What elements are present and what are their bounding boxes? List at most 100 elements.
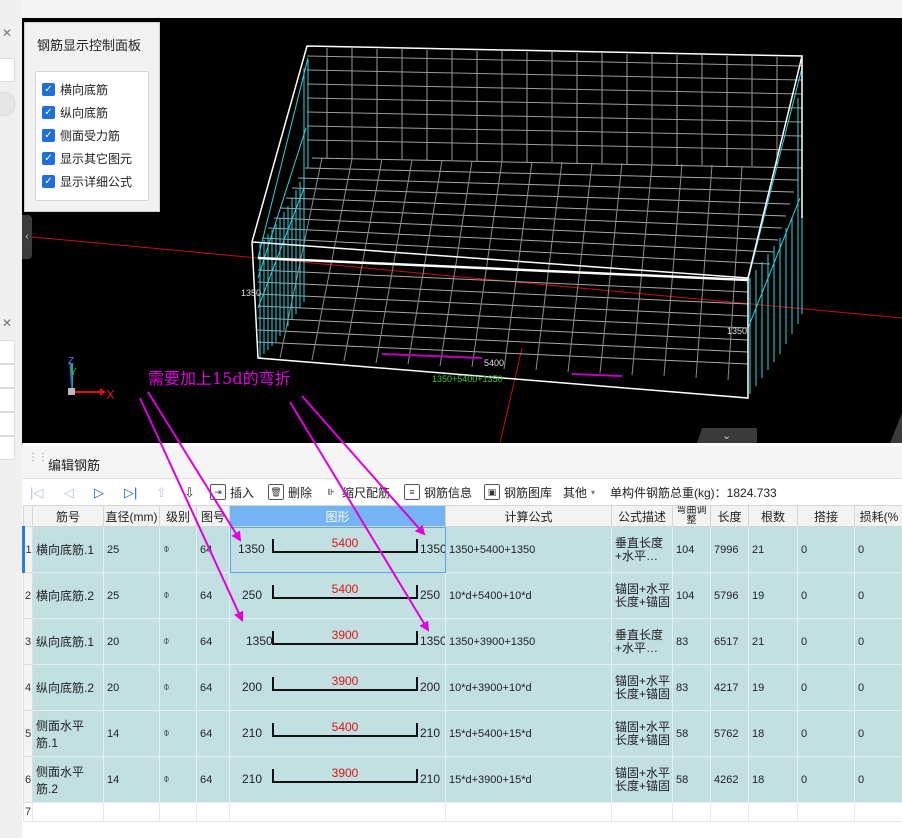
checkbox-other-elements[interactable]: ✓ 显示其它图元	[42, 149, 132, 167]
cell-shape[interactable]: 250 5400 250	[229, 572, 446, 619]
shape-right-value[interactable]: 210	[420, 772, 440, 786]
cell-formula-desc[interactable]: 垂直长度+水平…	[611, 526, 673, 573]
header-bend-adjust[interactable]: 弯曲调整	[672, 505, 711, 527]
cell-loss[interactable]: 0	[854, 710, 902, 757]
cell-empty[interactable]	[748, 802, 798, 822]
cell-diameter[interactable]: 14	[103, 756, 160, 803]
cell-length[interactable]: 5796	[710, 572, 749, 619]
last-record-icon[interactable]: ▷|	[124, 485, 137, 501]
close-icon[interactable]: ✕	[2, 316, 12, 330]
cell-bend-adjust[interactable]: 83	[672, 618, 711, 665]
cell-grade[interactable]: ⌽	[159, 572, 197, 619]
cell-count[interactable]: 18	[748, 756, 798, 803]
header-formula[interactable]: 计算公式	[445, 505, 612, 527]
cell-formula[interactable]: 1350+5400+1350	[445, 526, 612, 573]
rebar-info-button[interactable]: ≡ 钢筋信息	[404, 483, 472, 501]
cell-grade[interactable]: ⌽	[159, 756, 197, 803]
cell-empty[interactable]	[445, 802, 612, 822]
row-number[interactable]: 5	[23, 710, 33, 757]
row-number[interactable]: 2	[23, 572, 33, 619]
shape-right-value[interactable]: 200	[420, 680, 440, 694]
header-lap[interactable]: 搭接	[797, 505, 855, 527]
scale-rebar-button[interactable]: ⊪ 缩尺配筋	[324, 483, 390, 501]
cell-lap[interactable]: 0	[797, 572, 855, 619]
cell-figure-no[interactable]: 64	[196, 664, 230, 711]
header-length[interactable]: 长度	[710, 505, 749, 527]
cell-figure-no[interactable]: 64	[196, 710, 230, 757]
header-figure-no[interactable]: 图号	[196, 505, 230, 527]
shape-mid-value[interactable]: 3900	[272, 766, 418, 780]
cell-count[interactable]: 19	[748, 572, 798, 619]
cell-empty[interactable]	[611, 802, 673, 822]
cell-loss[interactable]: 0	[854, 526, 902, 573]
cell-length[interactable]: 4217	[710, 664, 749, 711]
cell-empty[interactable]	[854, 802, 902, 822]
header-diameter[interactable]: 直径(mm)	[103, 505, 160, 527]
cell-lap[interactable]: 0	[797, 526, 855, 573]
cell-lap[interactable]: 0	[797, 664, 855, 711]
check-icon[interactable]: ✓	[42, 82, 55, 96]
cell-length[interactable]: 4262	[710, 756, 749, 803]
cell-bend-adjust[interactable]: 58	[672, 710, 711, 757]
cell-diameter[interactable]: 20	[103, 618, 160, 665]
cell-empty[interactable]	[196, 802, 230, 822]
table-row[interactable]: 6 侧面水平筋.2 14 ⌽ 64 210 3900 210 15*d+3900+1…	[23, 756, 902, 803]
cell-count[interactable]: 19	[748, 664, 798, 711]
shape-right-value[interactable]: 1350	[420, 634, 445, 648]
shape-right-value[interactable]: 1350	[420, 542, 445, 556]
cell-grade[interactable]: ⌽	[159, 710, 197, 757]
cell-count[interactable]: 18	[748, 710, 798, 757]
cell-figure-no[interactable]: 64	[196, 572, 230, 619]
cell-length[interactable]: 6517	[710, 618, 749, 665]
dock-tab[interactable]	[0, 364, 15, 388]
cell-bend-adjust[interactable]: 83	[672, 664, 711, 711]
other-menu-button[interactable]: 其他 ▾	[563, 483, 595, 501]
shape-right-value[interactable]: 210	[420, 726, 440, 740]
cell-loss[interactable]: 0	[854, 618, 902, 665]
cell-shape[interactable]: 1350 5400 1350	[229, 526, 446, 573]
cell-bend-adjust[interactable]: 104	[672, 572, 711, 619]
checkbox-horizontal-bottom[interactable]: ✓ 横向底筋	[42, 80, 108, 98]
shape-left-value[interactable]: 210	[242, 772, 262, 786]
table-row-empty[interactable]: 7	[23, 802, 902, 822]
cell-name[interactable]: 侧面水平筋.2	[32, 756, 104, 803]
shape-mid-value[interactable]: 5400	[272, 536, 418, 550]
cell-bend-adjust[interactable]: 104	[672, 526, 711, 573]
cell-formula-desc[interactable]: 垂直长度+水平…	[611, 618, 673, 665]
header-shape[interactable]: 图形	[229, 505, 446, 527]
row-number[interactable]: 4	[23, 664, 33, 711]
cell-name[interactable]: 纵向底筋.1	[32, 618, 104, 665]
cell-empty[interactable]	[159, 802, 197, 822]
prev-record-icon[interactable]: ◁	[64, 485, 74, 501]
cell-formula[interactable]: 10*d+3900+10*d	[445, 664, 612, 711]
cell-shape[interactable]: 210 3900 210	[229, 756, 446, 803]
table-row[interactable]: 4 纵向底筋.2 20 ⌽ 64 200 3900 200 10*d+3900+10…	[23, 664, 902, 711]
cell-loss[interactable]: 0	[854, 572, 902, 619]
check-icon[interactable]: ✓	[42, 128, 55, 142]
row-number[interactable]: 3	[23, 618, 33, 665]
header-count[interactable]: 根数	[748, 505, 798, 527]
shape-mid-value[interactable]: 5400	[272, 582, 418, 596]
cell-empty[interactable]	[229, 802, 446, 822]
row-number[interactable]: 7	[23, 802, 33, 822]
cell-grade[interactable]: ⌽	[159, 618, 197, 665]
checkbox-detailed-formula[interactable]: ✓ 显示详细公式	[42, 172, 132, 190]
cell-formula-desc[interactable]: 锚固+水平长度+锚固	[611, 572, 673, 619]
table-row[interactable]: 2 横向底筋.2 25 ⌽ 64 250 5400 250 10*d+5400+10…	[23, 572, 902, 619]
cell-count[interactable]: 21	[748, 526, 798, 573]
dock-tab[interactable]	[0, 388, 15, 412]
cell-formula[interactable]: 1350+3900+1350	[445, 618, 612, 665]
cell-empty[interactable]	[672, 802, 711, 822]
cell-shape[interactable]: 200 3900 200	[229, 664, 446, 711]
cell-loss[interactable]: 0	[854, 756, 902, 803]
cell-figure-no[interactable]: 64	[196, 618, 230, 665]
move-down-icon[interactable]: ⇩	[184, 485, 195, 501]
cell-shape[interactable]: 1350 3900 1350	[229, 618, 446, 665]
shape-right-value[interactable]: 250	[420, 588, 440, 602]
cell-diameter[interactable]: 25	[103, 572, 160, 619]
cell-empty[interactable]	[103, 802, 160, 822]
check-icon[interactable]: ✓	[42, 151, 55, 165]
header-loss[interactable]: 损耗(%	[854, 505, 902, 527]
insert-button[interactable]: ⇥ 插入	[210, 483, 254, 501]
cell-grade[interactable]: ⌽	[159, 664, 197, 711]
